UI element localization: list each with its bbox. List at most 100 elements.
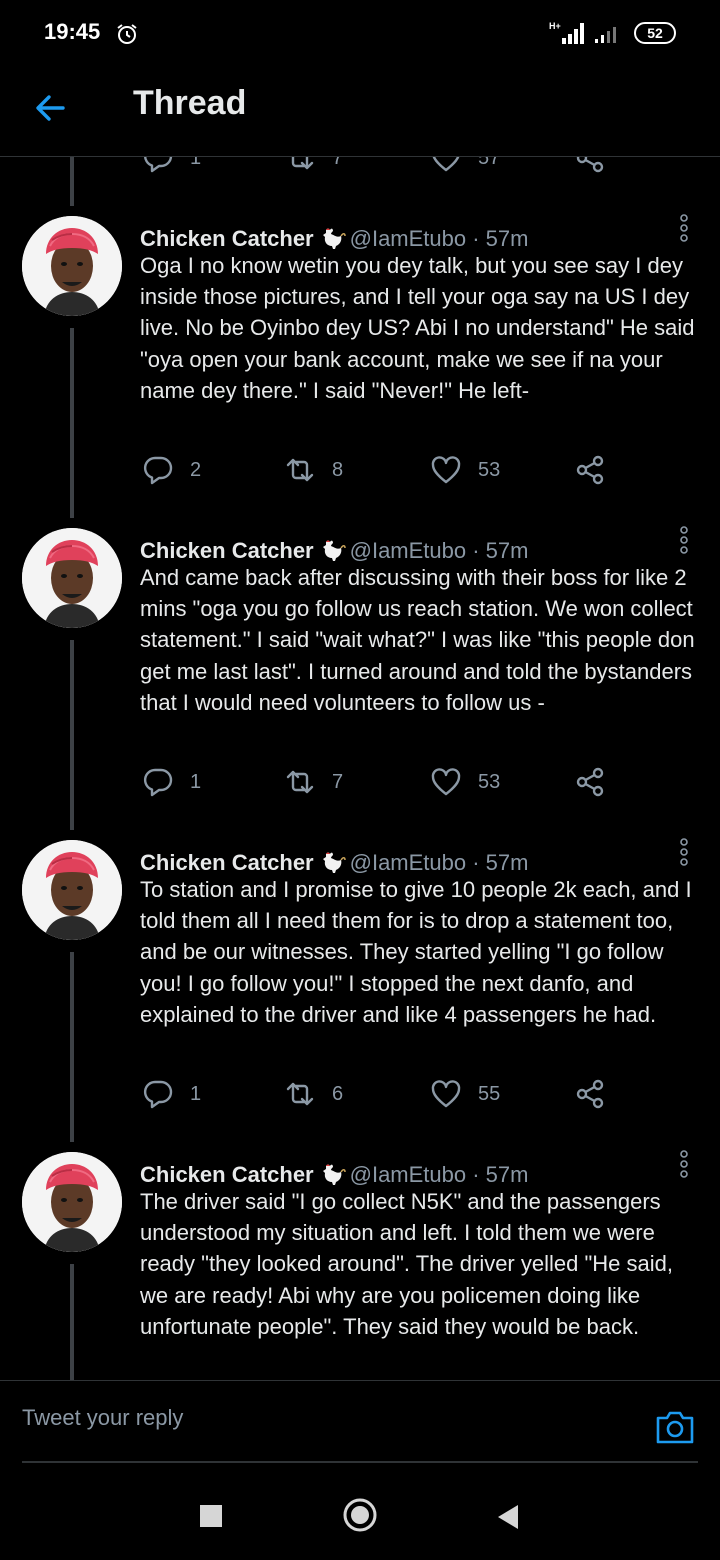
reply-icon <box>143 768 173 797</box>
retweet-count: 6 <box>332 1082 344 1105</box>
share-icon <box>576 156 604 173</box>
author-name[interactable]: Chicken Catcher <box>140 1162 314 1187</box>
heart-icon <box>431 456 461 484</box>
retweet-icon <box>286 1082 314 1106</box>
thread-connector <box>70 952 74 1142</box>
recent-apps-button[interactable] <box>200 1505 222 1527</box>
reply-count: 2 <box>190 458 202 481</box>
share-button[interactable] <box>574 1078 606 1110</box>
reply-button[interactable]: 2 <box>142 454 201 486</box>
retweet-icon <box>286 770 314 794</box>
share-icon <box>576 1079 604 1109</box>
heart-icon <box>431 768 461 796</box>
tweet-header: Chicken Catcher @IamEtubo · 57m <box>140 1162 528 1188</box>
retweet-button[interactable]: 7 <box>284 156 343 174</box>
previous-tweet-actions: 1 7 57 <box>0 156 720 176</box>
rooster-icon <box>322 852 346 873</box>
avatar-image <box>22 528 122 628</box>
reply-button[interactable]: 1 <box>142 1078 201 1110</box>
like-count: 53 <box>478 770 501 793</box>
more-vertical-icon[interactable] <box>674 525 694 555</box>
system-navigation-bar <box>0 1470 720 1560</box>
camera-icon[interactable] <box>655 1409 695 1445</box>
reply-count: 1 <box>190 1082 202 1105</box>
tweet-header: Chicken Catcher @IamEtubo · 57m <box>140 538 528 564</box>
avatar-image <box>22 840 122 940</box>
share-button[interactable] <box>574 766 606 798</box>
reply-button[interactable]: 1 <box>142 156 201 174</box>
like-button[interactable]: 55 <box>430 1078 500 1110</box>
like-button[interactable]: 53 <box>430 454 500 486</box>
author-handle-time: @IamEtubo · 57m <box>349 850 529 875</box>
tweet-header: Chicken Catcher @IamEtubo · 57m <box>140 226 528 252</box>
tweet-text: Oga I no know wetin you dey talk, but yo… <box>140 253 695 403</box>
like-button[interactable]: 57 <box>430 156 500 174</box>
author-name[interactable]: Chicken Catcher <box>140 226 314 251</box>
home-button[interactable] <box>342 1497 378 1533</box>
reply-button[interactable]: 1 <box>142 766 201 798</box>
reply-input[interactable]: Tweet your reply <box>22 1405 622 1431</box>
reply-icon <box>143 1080 173 1109</box>
heart-icon <box>432 156 460 172</box>
retweet-count: 8 <box>332 458 344 481</box>
like-count: 57 <box>478 156 501 169</box>
retweet-button[interactable]: 8 <box>284 454 343 486</box>
arrow-left-icon[interactable] <box>30 88 70 128</box>
page-title: Thread <box>133 84 247 122</box>
like-count: 53 <box>478 458 501 481</box>
author-handle-time: @IamEtubo · 57m <box>349 538 529 563</box>
retweet-button[interactable]: 7 <box>284 766 343 798</box>
reply-icon <box>143 456 173 485</box>
retweet-icon <box>286 458 314 482</box>
retweet-count: 7 <box>332 156 344 169</box>
thread-connector <box>70 328 74 518</box>
app-header: Thread <box>0 66 720 157</box>
status-time: 19:45 <box>44 19 101 44</box>
signal-strength-icon: H+ <box>549 21 584 44</box>
like-count: 55 <box>478 1082 501 1105</box>
more-vertical-icon[interactable] <box>674 213 694 243</box>
avatar[interactable] <box>22 528 122 628</box>
divider <box>22 1461 698 1463</box>
retweet-count: 7 <box>332 770 344 793</box>
reply-count: 1 <box>190 156 202 169</box>
signal-strength-secondary-icon <box>595 27 616 43</box>
avatar[interactable] <box>22 1152 122 1252</box>
author-handle-time: @IamEtubo · 57m <box>349 226 529 251</box>
more-vertical-icon[interactable] <box>674 1149 694 1179</box>
more-vertical-icon[interactable] <box>674 837 694 867</box>
avatar[interactable] <box>22 216 122 316</box>
author-handle-time: @IamEtubo · 57m <box>349 1162 529 1187</box>
heart-icon <box>431 1080 461 1108</box>
thread-connector <box>70 640 74 830</box>
reply-composer: Tweet your reply <box>0 1380 720 1465</box>
rooster-icon <box>322 540 346 561</box>
network-type: H+ <box>549 21 561 31</box>
rooster-icon <box>322 228 346 249</box>
tweet-text: The driver said "I go collect N5K" and t… <box>140 1189 673 1339</box>
author-name[interactable]: Chicken Catcher <box>140 850 314 875</box>
share-icon <box>576 767 604 797</box>
share-button[interactable] <box>574 454 606 486</box>
system-back-button[interactable] <box>496 1503 520 1531</box>
avatar-image <box>22 1152 122 1252</box>
status-bar: 19:45 H+ 52 <box>0 0 720 66</box>
tweet-text: And came back after discussing with thei… <box>140 565 695 715</box>
reply-icon <box>143 156 173 173</box>
retweet-button[interactable]: 6 <box>284 1078 343 1110</box>
reply-count: 1 <box>190 770 202 793</box>
share-icon <box>576 455 604 485</box>
tweet-header: Chicken Catcher @IamEtubo · 57m <box>140 850 528 876</box>
thread-connector <box>70 1264 74 1380</box>
alarm-icon <box>117 24 137 44</box>
battery-indicator: 52 <box>634 22 676 44</box>
share-button[interactable] <box>574 156 606 174</box>
avatar[interactable] <box>22 840 122 940</box>
rooster-icon <box>322 1164 346 1185</box>
author-name[interactable]: Chicken Catcher <box>140 538 314 563</box>
battery-level: 52 <box>647 25 663 41</box>
like-button[interactable]: 53 <box>430 766 500 798</box>
tweet-text: To station and I promise to give 10 peop… <box>140 877 692 1027</box>
avatar-image <box>22 216 122 316</box>
retweet-icon <box>291 156 314 170</box>
